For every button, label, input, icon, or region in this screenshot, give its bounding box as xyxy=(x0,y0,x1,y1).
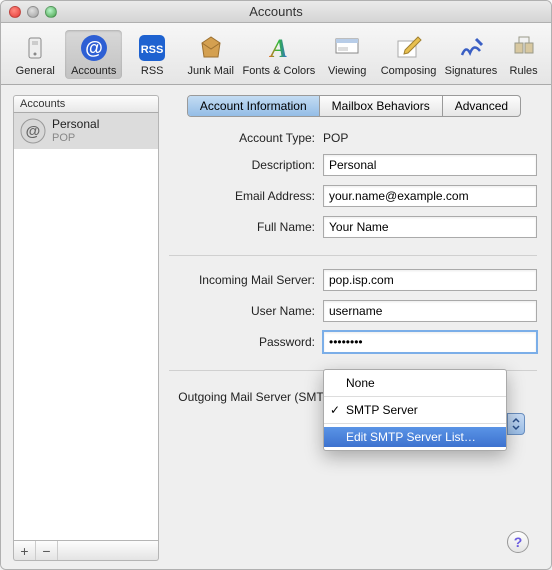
toolbar-label: General xyxy=(16,65,55,77)
rules-icon xyxy=(508,32,540,64)
toolbar-item-rss[interactable]: RSS RSS xyxy=(124,30,180,79)
toolbar-item-junk[interactable]: Junk Mail xyxy=(182,30,238,79)
remove-account-button[interactable]: − xyxy=(36,541,58,560)
sidebar-footer: + − xyxy=(13,541,159,561)
password-input[interactable] xyxy=(323,331,537,353)
junk-icon xyxy=(195,32,227,64)
smtp-option-edit-list[interactable]: Edit SMTP Server List… xyxy=(324,427,506,447)
toolbar-label: Accounts xyxy=(71,65,116,77)
account-type-value: POP xyxy=(323,131,537,145)
content: Accounts @ Personal POP + − xyxy=(1,85,551,569)
email-label: Email Address: xyxy=(169,189,315,203)
tab-segment: Account Information Mailbox Behaviors Ad… xyxy=(187,95,521,117)
main: Account Information Mailbox Behaviors Ad… xyxy=(169,95,539,561)
username-input[interactable] xyxy=(323,300,537,322)
toolbar: General @ Accounts RSS RSS Junk Mail A F… xyxy=(1,23,551,85)
tab-mailbox-behaviors[interactable]: Mailbox Behaviors xyxy=(320,96,443,116)
toolbar-label: Viewing xyxy=(328,65,366,77)
password-label: Password: xyxy=(169,335,315,349)
smtp-option-none[interactable]: None xyxy=(324,373,506,393)
svg-text:RSS: RSS xyxy=(141,44,164,56)
description-label: Description: xyxy=(169,158,315,172)
toolbar-item-composing[interactable]: Composing xyxy=(377,30,439,79)
preferences-window: Accounts General @ Accounts RSS RSS Junk… xyxy=(0,0,552,570)
general-icon xyxy=(19,32,51,64)
sidebar: Accounts @ Personal POP + − xyxy=(13,95,159,561)
sidebar-header: Accounts xyxy=(13,95,159,113)
dropdown-divider xyxy=(324,396,506,397)
fullname-label: Full Name: xyxy=(169,220,315,234)
help-button[interactable]: ? xyxy=(507,531,529,553)
tab-bar: Account Information Mailbox Behaviors Ad… xyxy=(169,95,539,117)
toolbar-item-viewing[interactable]: Viewing xyxy=(319,30,375,79)
divider xyxy=(169,255,537,256)
window-title: Accounts xyxy=(1,4,551,19)
rss-icon: RSS xyxy=(136,32,168,64)
username-label: User Name: xyxy=(169,304,315,318)
toolbar-label: Composing xyxy=(381,65,437,77)
smtp-option-server[interactable]: SMTP Server xyxy=(324,400,506,420)
incoming-label: Incoming Mail Server: xyxy=(169,273,315,287)
tab-advanced[interactable]: Advanced xyxy=(443,96,520,116)
toolbar-item-accounts[interactable]: @ Accounts xyxy=(65,30,121,79)
tab-account-information[interactable]: Account Information xyxy=(188,96,320,116)
account-name: Personal xyxy=(52,118,99,131)
smtp-dropdown: None SMTP Server Edit SMTP Server List… xyxy=(323,369,507,451)
svg-text:A: A xyxy=(268,34,287,63)
toolbar-item-general[interactable]: General xyxy=(7,30,63,79)
toolbar-label: Fonts & Colors xyxy=(243,65,316,77)
fonts-icon: A xyxy=(263,32,295,64)
account-form: Account Type: POP Description: Email Add… xyxy=(169,127,539,404)
toolbar-item-fonts[interactable]: A Fonts & Colors xyxy=(241,30,317,79)
toolbar-label: Signatures xyxy=(445,65,498,77)
at-icon: @ xyxy=(78,32,110,64)
description-input[interactable] xyxy=(323,154,537,176)
viewing-icon xyxy=(331,32,363,64)
titlebar: Accounts xyxy=(1,1,551,23)
account-row[interactable]: @ Personal POP xyxy=(14,113,158,149)
accounts-list[interactable]: @ Personal POP xyxy=(13,113,159,541)
incoming-input[interactable] xyxy=(323,269,537,291)
email-input[interactable] xyxy=(323,185,537,207)
toolbar-item-signatures[interactable]: Signatures xyxy=(442,30,500,79)
signatures-icon xyxy=(455,32,487,64)
account-text: Personal POP xyxy=(52,118,99,143)
toolbar-label: Rules xyxy=(510,65,538,77)
toolbar-label: Junk Mail xyxy=(187,65,233,77)
fullname-input[interactable] xyxy=(323,216,537,238)
at-icon: @ xyxy=(20,118,46,144)
smtp-label: Outgoing Mail Server (SMTP): xyxy=(169,390,339,404)
svg-text:@: @ xyxy=(85,38,103,58)
add-account-button[interactable]: + xyxy=(14,541,36,560)
svg-text:@: @ xyxy=(26,123,41,140)
composing-icon xyxy=(393,32,425,64)
toolbar-item-rules[interactable]: Rules xyxy=(502,30,545,79)
toolbar-label: RSS xyxy=(141,65,164,77)
account-type-label: Account Type: xyxy=(169,131,315,145)
account-type: POP xyxy=(52,132,99,144)
dropdown-divider xyxy=(324,423,506,424)
smtp-popup-arrows[interactable] xyxy=(507,413,525,435)
